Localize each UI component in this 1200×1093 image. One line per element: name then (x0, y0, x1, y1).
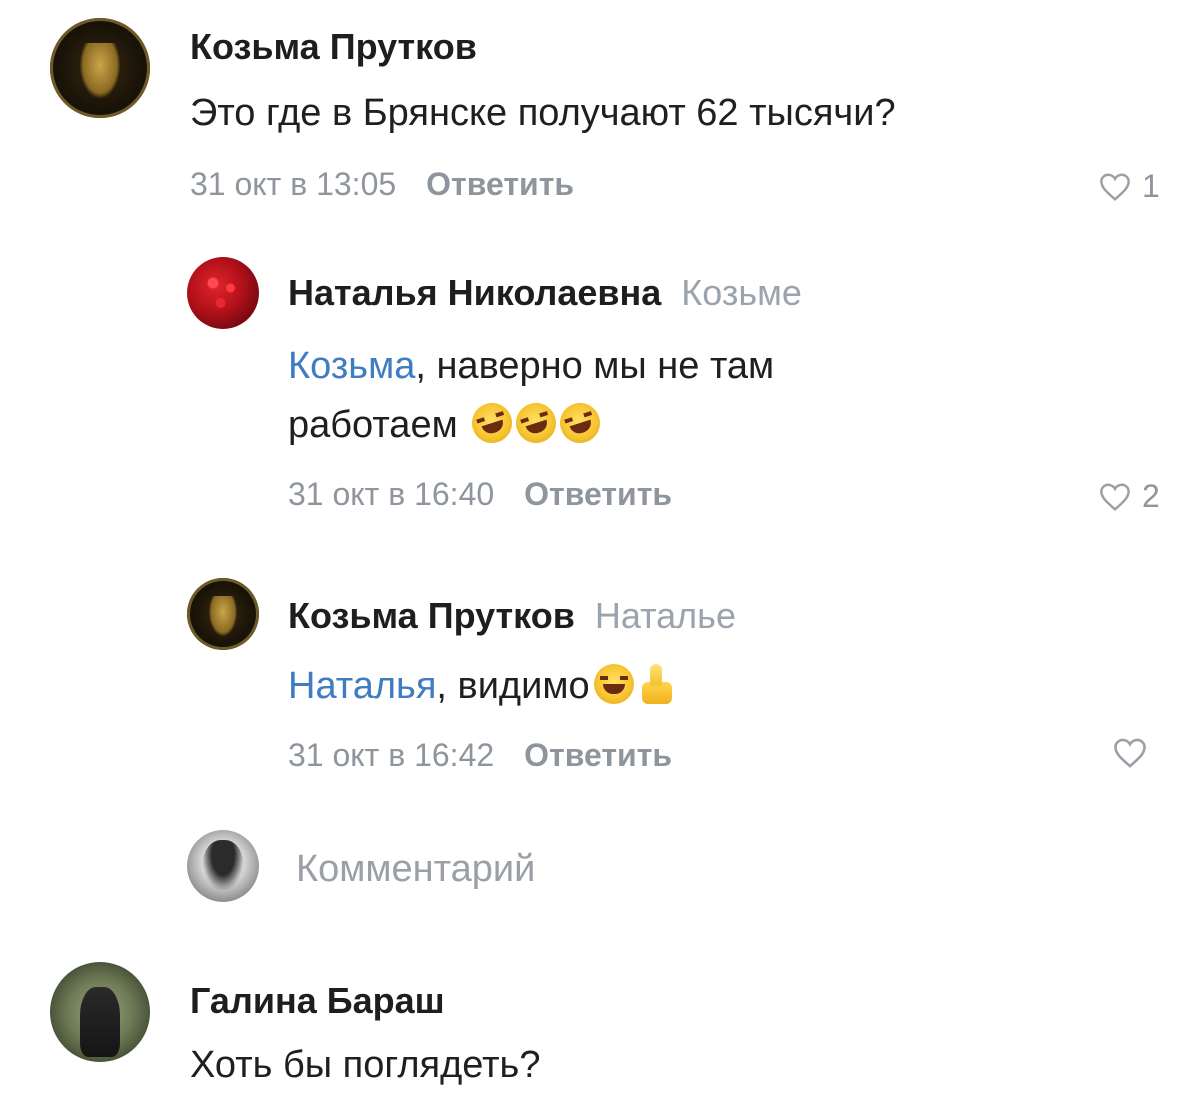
comment-meta: 31 окт в 13:05 Ответить (190, 166, 574, 203)
reply-header: Наталья Николаевна Козьме (288, 272, 802, 314)
reply-text-line2-word: работаем (288, 404, 458, 446)
reply-date: 31 окт в 16:42 (288, 737, 495, 773)
avatar[interactable] (187, 257, 259, 329)
reply-author[interactable]: Наталья Николаевна (288, 272, 661, 313)
heart-icon (1100, 172, 1130, 201)
like-button[interactable]: 2 (1098, 478, 1160, 515)
heart-icon (1100, 482, 1130, 511)
comment-author[interactable]: Галина Бараш (190, 980, 445, 1022)
reply-text: Наталья, видимо (288, 664, 676, 708)
avatar[interactable] (50, 18, 150, 118)
like-button[interactable] (1112, 737, 1148, 769)
reply-text: Козьма, наверно мы не там (288, 345, 774, 388)
comment-input[interactable]: Комментарий (296, 848, 535, 891)
rolling-on-floor-laughing-emoji-icon (511, 397, 562, 449)
mention-link[interactable]: Наталья (288, 665, 436, 707)
comment-date: 31 окт в 13:05 (190, 166, 397, 202)
reply-meta: 31 окт в 16:42 Ответить (288, 737, 672, 774)
tears-of-joy-emoji-icon (593, 664, 634, 704)
thumbs-up-emoji-icon (640, 664, 676, 704)
reply-text-line2: работаем (288, 397, 606, 449)
reply-date: 31 окт в 16:40 (288, 476, 495, 512)
like-button[interactable]: 1 (1098, 168, 1160, 205)
reply-text-line1: , наверно мы не там (415, 345, 775, 387)
reply-button[interactable]: Ответить (524, 737, 672, 773)
reply-text-body: , видимо (436, 665, 590, 707)
avatar[interactable] (50, 962, 150, 1062)
reply-recipient[interactable]: Наталье (595, 595, 736, 636)
reply-button[interactable]: Ответить (524, 476, 672, 512)
reply-meta: 31 окт в 16:40 Ответить (288, 476, 672, 513)
current-user-avatar (187, 830, 259, 902)
reply-header: Козьма Прутков Наталье (288, 595, 736, 637)
comment-text: Хоть бы поглядеть? (190, 1044, 541, 1086)
reply-button[interactable]: Ответить (426, 166, 574, 202)
comments-thread: Козьма Прутков Это где в Брянске получаю… (0, 0, 1200, 1093)
like-count: 2 (1142, 478, 1160, 514)
reply-recipient[interactable]: Козьме (681, 272, 802, 313)
like-count: 1 (1142, 168, 1160, 204)
reply-author[interactable]: Козьма Прутков (288, 595, 575, 636)
comment-author[interactable]: Козьма Прутков (190, 26, 477, 68)
rolling-on-floor-laughing-emoji-icon (467, 397, 518, 449)
comment-text: Это где в Брянске получают 62 тысячи? (190, 92, 896, 134)
avatar[interactable] (187, 578, 259, 650)
heart-icon (1114, 738, 1146, 768)
mention-link[interactable]: Козьма (288, 345, 415, 387)
rolling-on-floor-laughing-emoji-icon (555, 397, 606, 449)
